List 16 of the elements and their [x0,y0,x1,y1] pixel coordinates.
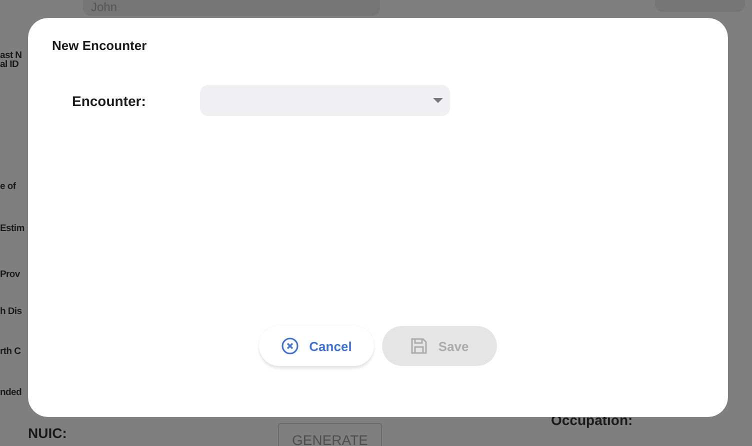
nuic-label: NUIC: [28,425,67,441]
dialog-title: New Encounter [52,38,147,53]
field-label: e of [0,181,16,192]
occupation-label: Occupation: [551,412,633,428]
caret-icon [433,98,443,103]
close-icon [281,337,300,355]
field-label: h Dis [0,306,22,317]
field-label: rth C [0,346,21,357]
field-label: al ID [0,59,19,70]
encounter-label: Encounter: [72,92,147,108]
field-label: Estim [0,223,24,234]
field-label: Prov [0,269,20,280]
field-label: ast N [0,50,22,61]
cancel-button[interactable]: Cancel [259,326,374,366]
encounter-dropdown[interactable] [200,85,450,116]
field-label: nded [0,387,22,398]
